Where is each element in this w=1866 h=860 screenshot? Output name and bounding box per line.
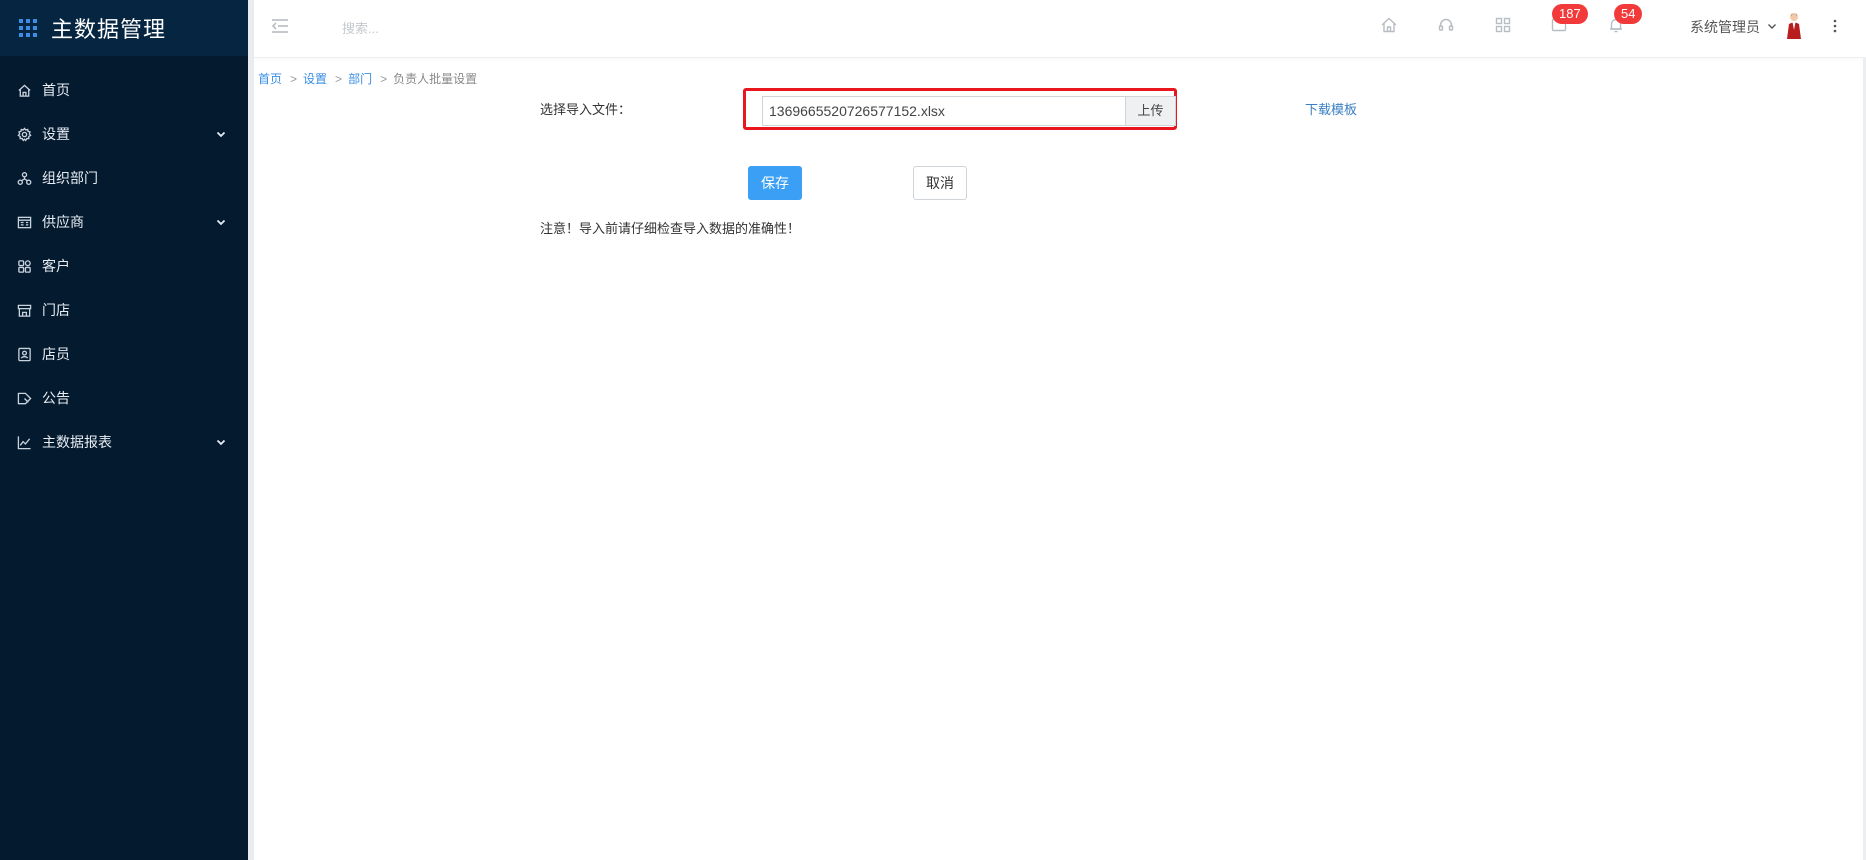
save-button[interactable]: 保存: [748, 166, 802, 200]
sidebar-item-home[interactable]: 首页: [0, 68, 248, 112]
user-name[interactable]: 系统管理员: [1690, 17, 1760, 37]
sidebar-item-org-departments[interactable]: 组织部门: [0, 156, 248, 200]
avatar[interactable]: [1784, 12, 1804, 40]
sidebar-item-announcements[interactable]: 公告: [0, 376, 248, 420]
sidebar-item-label: 供应商: [42, 214, 84, 230]
supplier-icon: [16, 214, 32, 230]
upload-button[interactable]: 上传: [1125, 96, 1176, 126]
sidebar-item-master-data-reports[interactable]: 主数据报表: [0, 420, 248, 464]
apps-grid-icon[interactable]: [1494, 16, 1512, 34]
notifications-count-badge: 54: [1614, 4, 1643, 24]
staff-icon: [16, 346, 32, 362]
chevron-down-icon: [214, 127, 228, 141]
customer-icon: [16, 258, 32, 274]
app-title: 主数据管理: [51, 17, 167, 42]
messages-count-badge: 187: [1552, 4, 1588, 24]
chevron-down-icon[interactable]: [1766, 19, 1778, 31]
breadcrumb-settings[interactable]: 设置: [303, 72, 327, 86]
sidebar-item-staff[interactable]: 店员: [0, 332, 248, 376]
sidebar-item-label: 设置: [42, 126, 70, 142]
search-input[interactable]: [340, 15, 564, 41]
top-header: 187 54 系统管理员: [254, 0, 1866, 58]
sidebar-item-suppliers[interactable]: 供应商: [0, 200, 248, 244]
download-template-link[interactable]: 下载模板: [1305, 99, 1357, 118]
gear-icon: [16, 126, 32, 142]
sidebar-item-label: 主数据报表: [42, 434, 112, 450]
sidebar-item-label: 组织部门: [42, 170, 98, 186]
sidebar-divider: [248, 0, 254, 860]
headset-icon[interactable]: [1437, 16, 1455, 34]
sidebar-menu: 首页 设置 组织部门 供应商 客户 门店 店员 公告 主数据报表: [0, 56, 248, 464]
sidebar-item-label: 门店: [42, 302, 70, 318]
import-notice: 注意！导入前请仔细检查导入数据的准确性！: [540, 221, 801, 236]
home-icon: [16, 82, 32, 98]
breadcrumb-department[interactable]: 部门: [348, 72, 372, 86]
store-icon: [16, 302, 32, 318]
sidebar-item-customers[interactable]: 客户: [0, 244, 248, 288]
file-label: 选择导入文件：: [540, 102, 632, 117]
home-icon[interactable]: [1380, 16, 1398, 34]
grid-logo-icon: [19, 19, 37, 37]
announcement-icon: [16, 390, 32, 406]
sidebar-item-label: 客户: [42, 258, 70, 274]
breadcrumb-separator: >: [380, 72, 388, 86]
sidebar-item-settings[interactable]: 设置: [0, 112, 248, 156]
sidebar-item-stores[interactable]: 门店: [0, 288, 248, 332]
org-tree-icon: [16, 170, 32, 186]
sidebar: 主数据管理 首页 设置 组织部门 供应商 客户 门店 店员 公告 主数据报表: [0, 0, 248, 860]
cancel-button[interactable]: 取消: [913, 166, 967, 200]
chevron-down-icon: [214, 215, 228, 229]
file-input[interactable]: [762, 96, 1125, 126]
breadcrumb-current: 负责人批量设置: [393, 72, 478, 86]
menu-toggle-icon[interactable]: [270, 16, 290, 36]
breadcrumb-separator: >: [290, 72, 298, 86]
breadcrumb: 首页 > 设置 > 部门 > 负责人批量设置: [258, 70, 477, 87]
sidebar-item-label: 公告: [42, 390, 70, 406]
more-vertical-icon[interactable]: [1831, 17, 1839, 35]
breadcrumb-home[interactable]: 首页: [258, 72, 282, 86]
sidebar-item-label: 首页: [42, 82, 70, 98]
sidebar-item-label: 店员: [42, 346, 70, 362]
app-logo[interactable]: 主数据管理: [0, 0, 248, 56]
breadcrumb-separator: >: [335, 72, 343, 86]
chevron-down-icon: [214, 435, 228, 449]
chart-icon: [16, 434, 32, 450]
